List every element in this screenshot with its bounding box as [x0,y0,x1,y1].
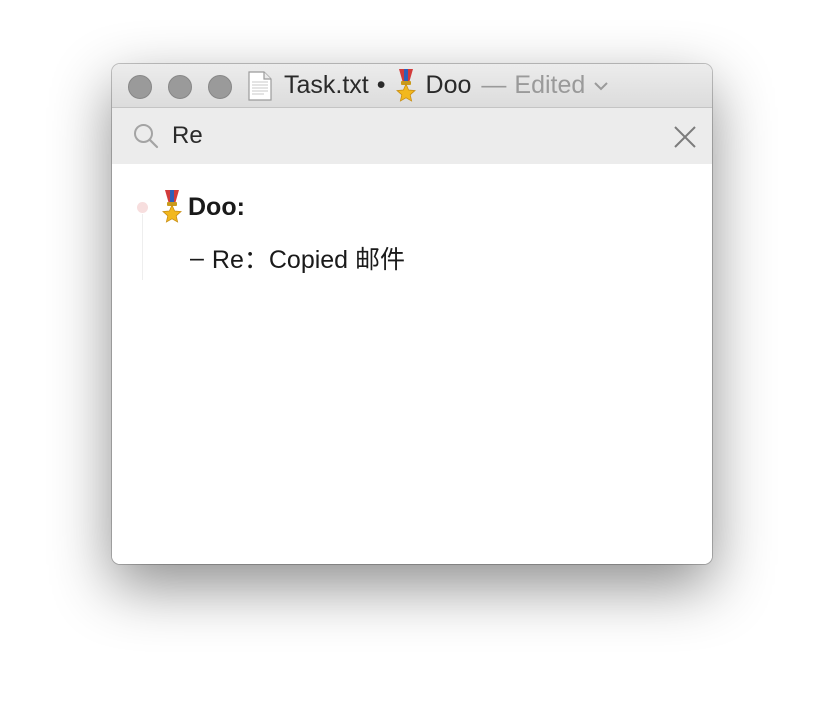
close-window-button[interactable] [128,75,152,99]
editor-window: Task.txt • Doo — Edited Re Doo: – Re：Cop… [112,64,712,564]
chevron-down-icon[interactable] [593,81,609,91]
project-bullet[interactable] [137,202,148,213]
project-name: Doo [425,71,472,99]
task-bullet: – [190,243,204,272]
zoom-window-button[interactable] [208,75,232,99]
task-text: Re：Copied 邮件 [211,246,406,274]
file-name: Task.txt [284,71,369,99]
close-icon[interactable] [672,124,698,150]
project-item[interactable]: Doo: [160,189,245,225]
indent-guide [142,214,143,280]
task-item[interactable]: – Re：Copied 邮件 [190,240,405,276]
document-icon [248,70,272,101]
military-medal-icon [160,189,184,223]
project-label: Doo: [188,192,245,221]
search-bar [112,108,712,164]
search-input[interactable] [172,120,652,152]
search-icon [134,124,159,149]
minimize-window-button[interactable] [168,75,192,99]
title-bar[interactable]: Task.txt • Doo — Edited [112,64,712,108]
window-title[interactable]: Task.txt • Doo — Edited [248,64,609,107]
title-separator: • [376,71,386,99]
military-medal-icon [394,68,418,102]
edited-separator: — [481,71,507,99]
outline-editor[interactable]: Doo: – Re：Copied 邮件 [112,164,712,564]
edited-status: Edited [514,71,586,99]
